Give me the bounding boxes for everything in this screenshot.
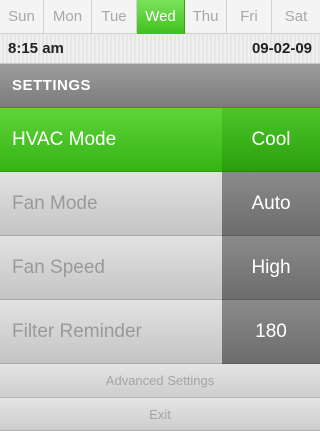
setting-row-filter-reminder[interactable]: Filter Reminder 180 [0,300,320,364]
setting-row-fan-speed[interactable]: Fan Speed High [0,236,320,300]
page-title: SETTINGS [12,77,92,94]
setting-row-hvac-mode[interactable]: HVAC Mode Cool [0,108,320,172]
setting-label: Fan Speed [0,236,222,300]
current-time: 8:15 am [8,40,64,57]
setting-label: HVAC Mode [0,108,222,172]
setting-label: Filter Reminder [0,300,222,364]
thermostat-screen: Sun Mon Tue Wed Thu Fri Sat 8:15 am 09-0… [0,0,320,431]
day-selector: Sun Mon Tue Wed Thu Fri Sat [0,0,320,34]
day-tab-sun[interactable]: Sun [0,0,44,34]
day-tab-wed[interactable]: Wed [137,0,185,34]
advanced-settings-button[interactable]: Advanced Settings [0,364,320,398]
day-tab-fri[interactable]: Fri [227,0,272,34]
setting-value[interactable]: Cool [222,108,320,172]
status-bar: 8:15 am 09-02-09 [0,34,320,64]
setting-row-fan-mode[interactable]: Fan Mode Auto [0,172,320,236]
setting-value[interactable]: 180 [222,300,320,364]
settings-header: SETTINGS [0,64,320,108]
setting-value[interactable]: Auto [222,172,320,236]
day-tab-tue[interactable]: Tue [92,0,137,34]
day-tab-mon[interactable]: Mon [44,0,92,34]
setting-value[interactable]: High [222,236,320,300]
current-date: 09-02-09 [251,40,312,57]
setting-label: Fan Mode [0,172,222,236]
day-tab-thu[interactable]: Thu [185,0,227,34]
day-tab-sat[interactable]: Sat [272,0,320,34]
exit-button[interactable]: Exit [0,398,320,431]
